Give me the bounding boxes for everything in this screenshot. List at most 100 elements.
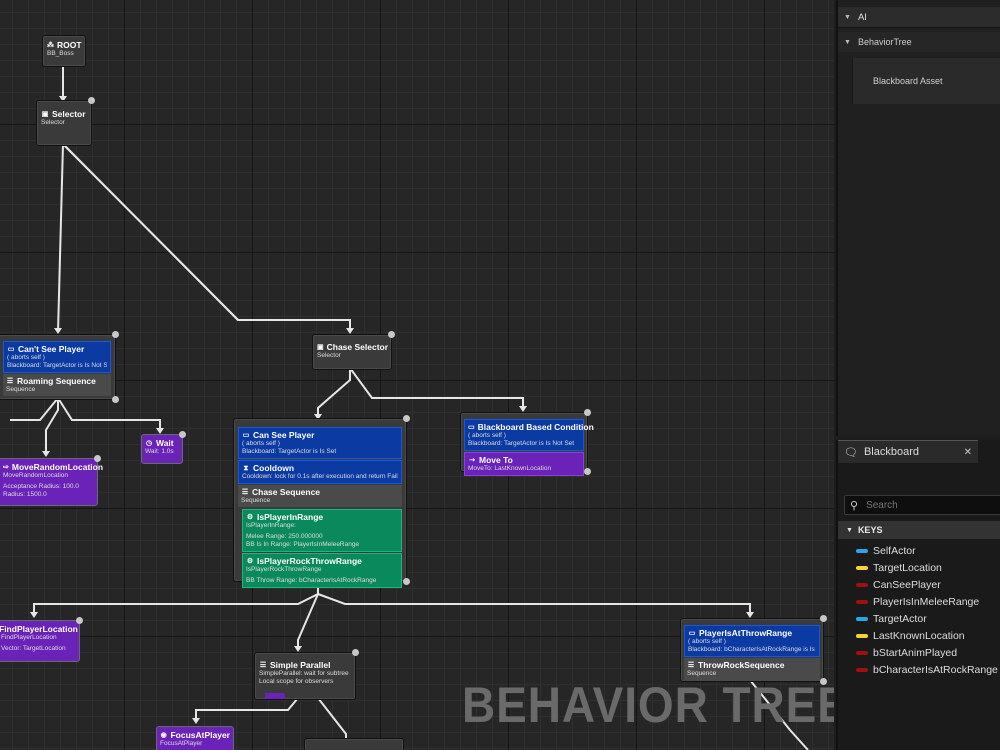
blackboard-search[interactable]: ⚲ — [844, 495, 1000, 515]
service-icon: ⚙ — [246, 513, 254, 521]
sequence-icon: ☰ — [687, 661, 695, 669]
decorator-icon: ▭ — [468, 423, 475, 431]
bb-condition-title: Blackboard Based Condition — [477, 422, 594, 432]
sequence-icon: ☰ — [6, 377, 14, 385]
blackboard-asset-label: Blackboard Asset — [873, 76, 943, 86]
search-input[interactable] — [864, 498, 989, 512]
node-pin — [403, 578, 410, 585]
key-row[interactable]: bCharacterIsAtRockRange — [838, 661, 1000, 678]
chase-selector-node[interactable]: ▣ Chase Selector Selector — [312, 331, 395, 370]
key-row[interactable]: TargetLocation — [838, 559, 1000, 576]
wire-selector-right — [62, 143, 239, 321]
chevron-down-icon: ▼ — [844, 13, 851, 21]
service-rock-sub: IsPlayerRockThrowRange — [246, 566, 322, 573]
key-type-swatch — [856, 599, 868, 604]
chase-sequence-sub: Sequence — [241, 497, 271, 504]
behavior-tree-graph[interactable]: ⁂ ROOT BB_Boss ▣ Selector Selector ▭ Can't … — [0, 0, 834, 750]
root-node[interactable]: ⁂ ROOT BB_Boss — [42, 35, 86, 67]
find-player-sub: FindPlayerLocation — [1, 634, 57, 641]
key-type-swatch — [856, 633, 868, 638]
move-random-title: MoveRandomLocation — [11, 462, 104, 472]
root-title: ROOT — [57, 40, 82, 50]
wire-parallel-focus — [195, 697, 299, 722]
cooldown-detail: Cooldown: lock for 0.1s after execution … — [242, 473, 398, 480]
throw-rock-sequence-node[interactable]: ▭ PlayerIsAtThrowRange ( aborts self ) Bl… — [680, 615, 827, 685]
key-row[interactable]: bStartAnimPlayed — [838, 644, 1000, 661]
chase-sequence-node[interactable]: ▭ Can See Player ( aborts self ) Blackboa… — [233, 415, 410, 588]
wire-chase-left — [317, 368, 351, 418]
sequence-icon: ☰ — [241, 488, 249, 496]
bb-condition-detail: Blackboard: TargetActor is Is Not Set — [468, 440, 575, 447]
simple-parallel-scope: Local scope for observers — [259, 678, 334, 685]
keys-header-label: KEYS — [857, 525, 883, 535]
find-player-location-node[interactable]: FindPlayerLocation FindPlayerLocation Ve… — [0, 617, 83, 662]
blackboard-tab[interactable]: 🗨 Blackboard ✕ — [838, 440, 978, 463]
wire-selector-cantsee — [57, 143, 64, 333]
category-ai[interactable]: ▼ AI — [838, 7, 1000, 28]
throw-range-title: PlayerIsAtThrowRange — [699, 628, 793, 638]
service-rock-title: IsPlayerRockThrowRange — [257, 556, 362, 566]
simple-parallel-title: Simple Parallel — [270, 660, 331, 670]
selector-node[interactable]: ▣ Selector Selector — [36, 97, 95, 146]
cant-see-abort: ( aborts self ) — [7, 354, 45, 361]
cant-see-title: Can't See Player — [18, 344, 85, 354]
behavior-tree-watermark: BEHAVIOR TREE — [462, 677, 834, 733]
selector-icon: ▣ — [41, 110, 49, 118]
parallel-main-task-slot — [265, 693, 285, 699]
key-name: PlayerIsInMeleeRange — [873, 595, 980, 608]
can-see-abort: ( aborts self ) — [242, 440, 280, 447]
close-icon[interactable]: ✕ — [964, 447, 972, 458]
node-pin — [112, 396, 119, 403]
offscreen-node[interactable] — [304, 738, 404, 750]
focus-title: FocusAtPlayer — [170, 730, 230, 740]
focus-at-player-node[interactable]: ◉ FocusAtPlayer FocusAtPlayer — [156, 726, 234, 750]
selector-title: Selector — [52, 109, 86, 119]
cant-see-condition: Blackboard: TargetActor is Is Not Set — [7, 362, 107, 369]
node-pin — [584, 468, 591, 475]
wire-selector-chase — [62, 143, 351, 332]
wait-sub: Wait: 1.0s — [145, 448, 174, 455]
key-type-swatch — [856, 667, 868, 672]
category-behaviortree-label: BehaviorTree — [857, 37, 912, 47]
throw-range-abort: ( aborts self ) — [688, 638, 726, 645]
wait-node[interactable]: ◷ Wait Wait: 1.0s — [141, 431, 186, 464]
node-pin — [112, 331, 119, 338]
simple-parallel-desc: SimpleParallel: wait for subtree — [259, 670, 349, 677]
move-random-sub: MoveRandomLocation — [3, 472, 69, 479]
move-to-title: Move To — [479, 455, 513, 465]
move-random-acceptance: Acceptance Radius: 100.0 — [3, 483, 79, 490]
move-to-node[interactable]: ▭ Blackboard Based Condition ( aborts sel… — [460, 409, 594, 476]
move-random-location-node[interactable]: ⇨ MoveRandomLocation MoveRandomLocation A… — [0, 455, 103, 506]
root-sub: BB_Boss — [47, 50, 74, 57]
wire-roaming-left — [10, 397, 59, 421]
service-inrange-title: IsPlayerInRange — [257, 512, 324, 522]
blackboard-tab-label: Blackboard — [863, 446, 920, 458]
service-rock-key: BB Throw Range: bCharacterIsAtRockRange — [246, 577, 377, 584]
decorator-icon: ▭ — [242, 431, 250, 439]
details-panel: ▼ AI ▼ BehaviorTree Blackboard Asset — [836, 0, 1000, 436]
wait-title: Wait — [156, 438, 174, 448]
key-type-swatch — [856, 650, 868, 655]
roaming-sequence-node[interactable]: ▭ Can't See Player ( aborts self ) Blackb… — [0, 331, 119, 403]
chevron-down-icon: ▼ — [846, 526, 853, 534]
key-row[interactable]: PlayerIsInMeleeRange — [838, 593, 1000, 610]
can-see-title: Can See Player — [253, 430, 315, 440]
key-row[interactable]: SelfActor — [838, 542, 1000, 559]
key-row[interactable]: CanSeePlayer — [838, 576, 1000, 593]
key-row[interactable]: LastKnownLocation — [838, 627, 1000, 644]
key-name: bStartAnimPlayed — [873, 646, 958, 659]
moveto-icon: ⇢ — [469, 456, 475, 464]
throw-range-condition: Blackboard: bCharacterIsAtRockRange is I… — [688, 646, 816, 653]
blackboard-panel: 🗨 Blackboard ✕ ⚲ ▼ KEYS SelfActor TargetL… — [836, 440, 1000, 750]
node-pin — [584, 409, 591, 416]
category-behaviortree[interactable]: ▼ BehaviorTree — [838, 32, 1000, 52]
clock-icon: ◷ — [145, 439, 153, 447]
parallel-icon: ☰ — [259, 661, 267, 669]
key-row[interactable]: TargetActor — [838, 610, 1000, 627]
simple-parallel-node[interactable]: ☰ Simple Parallel SimpleParallel: wait fo… — [254, 649, 359, 700]
move-random-radius: Radius: 1500.0 — [3, 491, 47, 498]
focus-icon: ◉ — [160, 731, 167, 739]
keys-header[interactable]: ▼ KEYS — [838, 521, 1000, 539]
key-name: TargetActor — [873, 612, 927, 625]
blackboard-asset-property[interactable]: Blackboard Asset — [852, 58, 1000, 104]
